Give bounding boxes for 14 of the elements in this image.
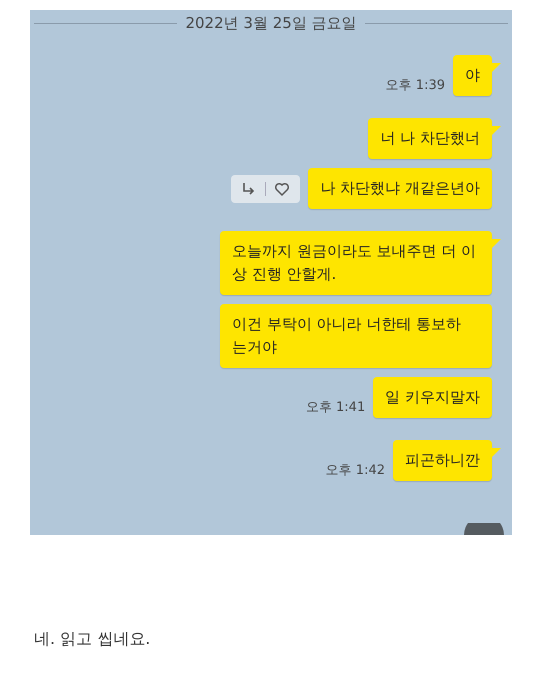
message-bubble: 야 — [453, 55, 492, 96]
message-bubble: 오늘까지 원금이라도 보내주면 더 이상 진행 안할게. — [220, 231, 492, 295]
heart-icon[interactable] — [274, 180, 290, 196]
message-time: 오후 1:39 — [386, 77, 445, 94]
caption-text: 네. 읽고 씹네요. — [34, 629, 152, 650]
message-bubble: 너 나 차단했너 — [368, 118, 492, 159]
message-time: 오후 1:41 — [306, 399, 366, 416]
message-bubble: 일 키우지말자 — [373, 377, 492, 418]
message-bubble: 이건 부탁이 아니라 너한테 통보하 는거야 — [220, 304, 492, 368]
date-divider: 2022년 3월 25일 금요일 — [185, 14, 357, 33]
message-bubble: 피곤하니깐 — [393, 440, 492, 481]
scroll-down-button[interactable] — [464, 523, 504, 535]
message-bubble: 나 차단했냐 개같은년아 — [308, 168, 492, 209]
message-time: 오후 1:42 — [326, 462, 385, 479]
